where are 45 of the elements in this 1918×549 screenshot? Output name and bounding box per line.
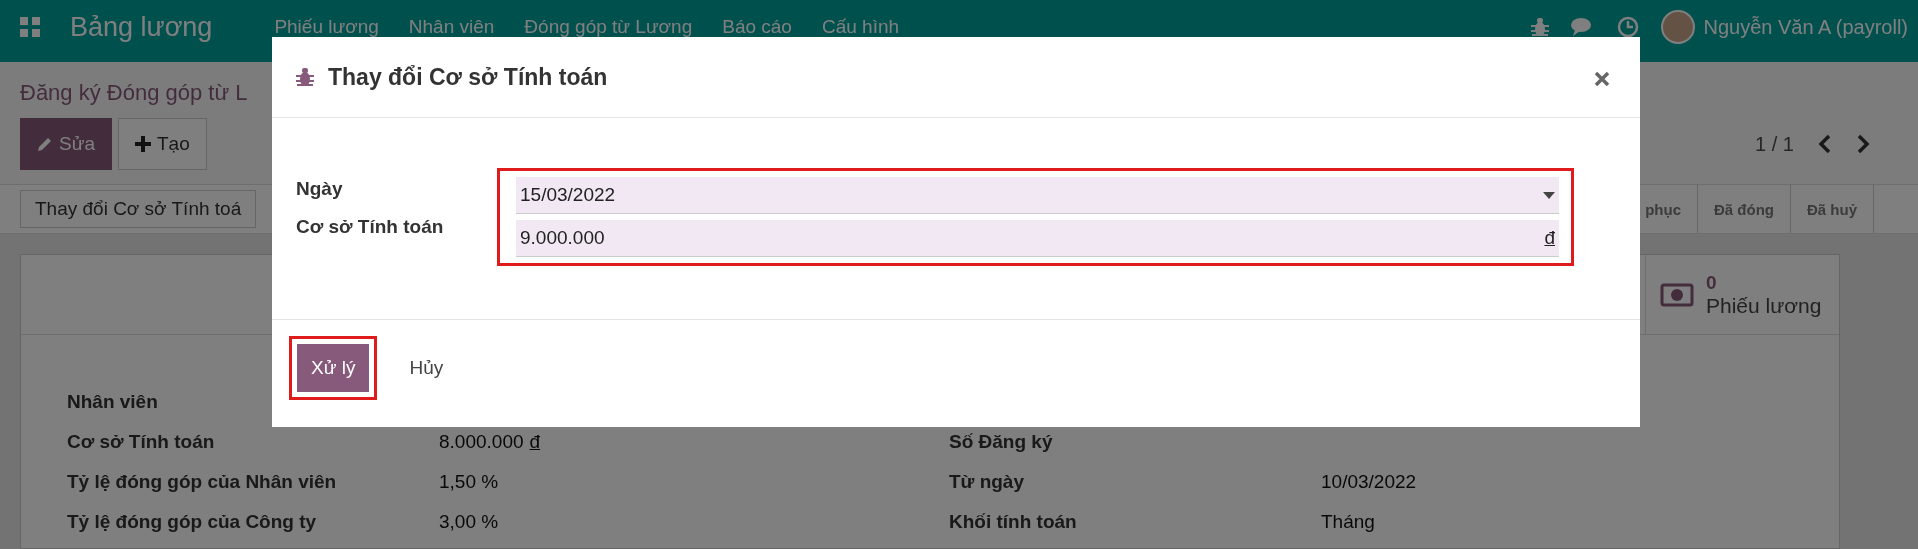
- field-label: Cơ sở Tính toán: [67, 431, 216, 453]
- edit-button[interactable]: Sửa: [20, 118, 112, 170]
- menu-item[interactable]: Nhân viên: [408, 16, 495, 38]
- field-value: Tháng: [1321, 511, 1376, 533]
- close-icon: [1594, 71, 1610, 87]
- menu-item[interactable]: Phiếu lương: [274, 16, 379, 38]
- bug-icon: [296, 67, 314, 87]
- field-label: Số Đăng ký: [949, 431, 1054, 453]
- dialog-title: Thay đổi Cơ sở Tính toán: [328, 63, 608, 91]
- payslip-label: Phiếu lương: [1706, 293, 1822, 318]
- field-value: 1,50 %: [439, 471, 500, 493]
- field-label: Từ ngày: [949, 471, 1025, 493]
- plus-icon: [134, 136, 151, 152]
- create-button[interactable]: Tạo: [117, 118, 207, 170]
- clock-icon[interactable]: [1617, 16, 1640, 38]
- field-label: Ngày: [296, 178, 344, 200]
- payslip-count: 0: [1706, 271, 1717, 294]
- menu-item[interactable]: Báo cáo: [722, 16, 792, 38]
- field-label: Tỷ lệ đóng góp của Công ty: [67, 511, 318, 533]
- dropdown-caret-icon[interactable]: [1543, 191, 1555, 199]
- user-name[interactable]: Nguyễn Văn A (payroll): [1703, 15, 1908, 39]
- field-value: 8.000.000 đ: [439, 431, 542, 453]
- chevron-left-icon[interactable]: [1818, 134, 1832, 154]
- field-label: Cơ sở Tính toán: [296, 216, 445, 238]
- apps-grid-icon[interactable]: [20, 17, 40, 37]
- status-stage[interactable]: Đã đóng: [1698, 185, 1791, 233]
- chevron-right-icon[interactable]: [1856, 134, 1870, 154]
- amount-field[interactable]: 9.000.000 đ: [516, 220, 1559, 257]
- status-stage[interactable]: Đã huỷ: [1791, 185, 1874, 233]
- date-field[interactable]: 15/03/2022: [516, 177, 1559, 214]
- app-title: Bảng lương: [70, 11, 213, 43]
- change-base-button[interactable]: Thay đổi Cơ sở Tính toá: [20, 190, 257, 228]
- field-label: Nhân viên: [67, 390, 159, 413]
- cancel-button[interactable]: Hủy: [395, 344, 458, 392]
- field-label: Tỷ lệ đóng góp của Nhân viên: [67, 471, 338, 493]
- pencil-icon: [37, 136, 53, 152]
- field-value: 10/03/2022: [1321, 471, 1418, 493]
- process-button[interactable]: Xử lý: [297, 344, 370, 392]
- field-label: Khối tính toán: [949, 511, 1078, 533]
- menu-item[interactable]: Đóng góp từ Lương: [524, 16, 693, 38]
- avatar[interactable]: [1661, 10, 1696, 44]
- banknote-icon: [1660, 282, 1694, 307]
- field-value: 3,00 %: [439, 511, 500, 533]
- pager-count: 1 / 1: [1755, 132, 1794, 156]
- menu-item[interactable]: Cấu hình: [821, 16, 900, 38]
